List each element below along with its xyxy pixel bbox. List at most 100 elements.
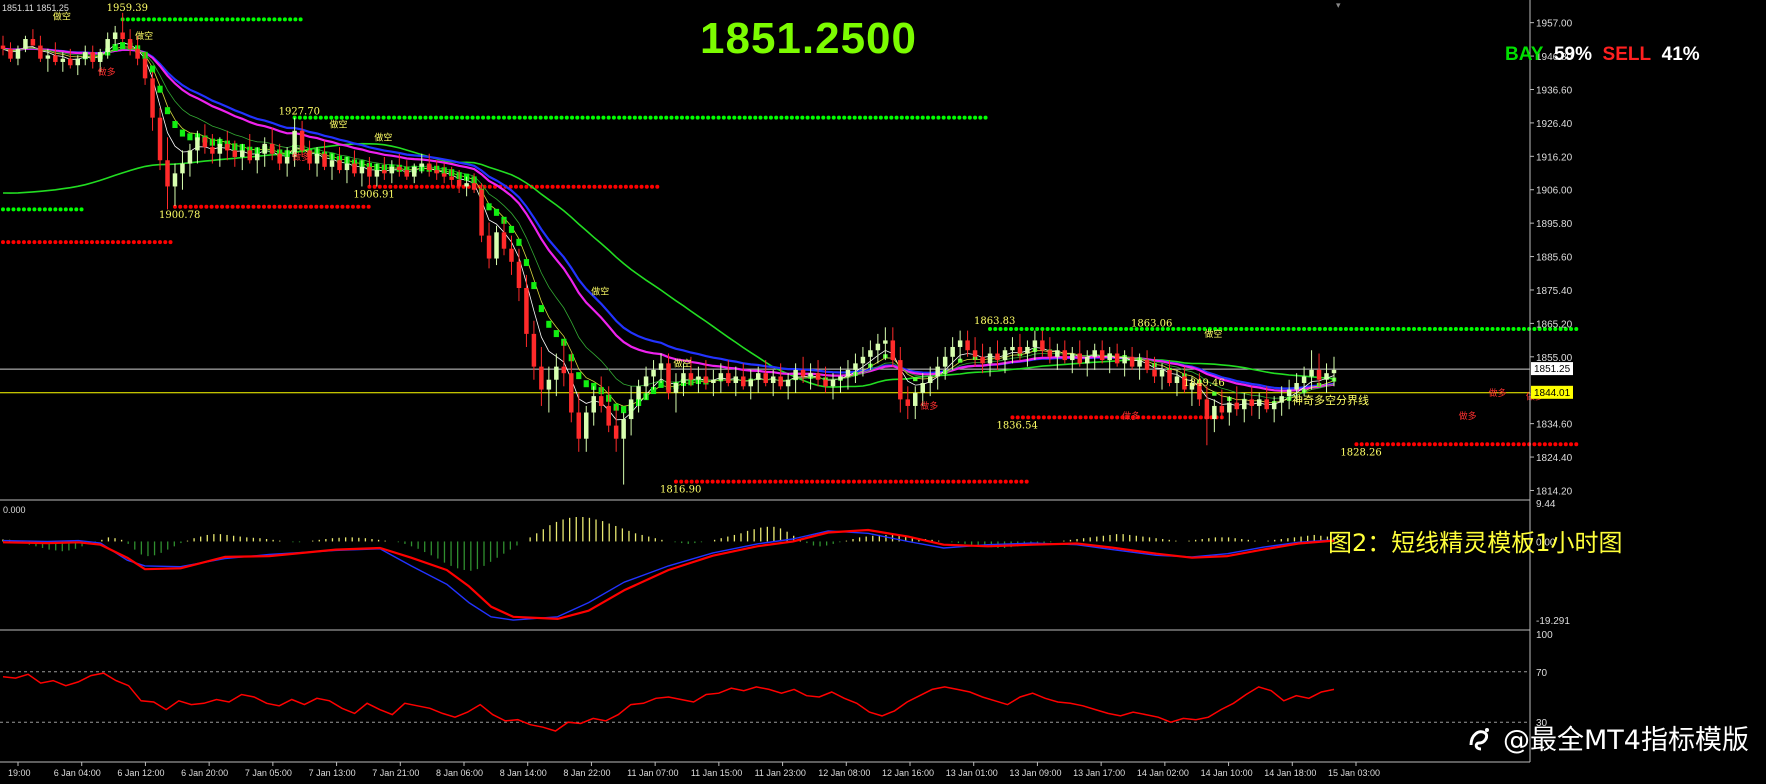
candle-body <box>419 163 424 167</box>
candle-body <box>838 376 843 380</box>
support-dot <box>298 204 303 209</box>
resistance-dot <box>152 17 157 22</box>
resistance-dot <box>732 115 737 120</box>
candle-body <box>479 189 484 236</box>
resistance-dot <box>486 115 491 120</box>
candle-body <box>516 261 522 289</box>
support-dot <box>487 184 492 189</box>
support-dot <box>524 184 529 189</box>
support-dot <box>752 479 757 484</box>
resistance-dot <box>402 115 407 120</box>
resistance-dot <box>1056 326 1061 331</box>
support-dot <box>1036 415 1041 420</box>
candle-body <box>53 55 58 62</box>
support-dot <box>277 204 282 209</box>
resistance-dot <box>1500 326 1505 331</box>
candle-body <box>763 373 768 384</box>
candle-body <box>314 153 320 164</box>
resistance-dot <box>32 207 37 212</box>
resistance-dot <box>1396 326 1401 331</box>
candle-body <box>0 45 6 49</box>
candle-body <box>1316 369 1322 380</box>
candle-body <box>225 143 230 151</box>
support-dot <box>235 204 240 209</box>
current-price-display: 1851.2500 <box>700 14 917 63</box>
support-dot <box>319 204 324 209</box>
trend-ribbon-block <box>553 330 559 338</box>
y-tick-label: 1906.00 <box>1536 186 1573 197</box>
y-tick-label: 1916.20 <box>1536 152 1573 163</box>
support-dot <box>6 240 11 245</box>
support-dot <box>183 204 188 209</box>
resistance-dot <box>272 17 277 22</box>
x-tick-label: 11 Jan 07:00 <box>627 768 678 778</box>
support-dot <box>430 184 435 189</box>
support-dot <box>230 204 235 209</box>
support-dot <box>21 240 26 245</box>
resistance-dot <box>711 115 716 120</box>
candle-body <box>1099 350 1105 361</box>
resistance-dot <box>277 17 282 22</box>
support-dot <box>409 184 414 189</box>
resistance-dot <box>716 115 721 120</box>
support-dot <box>836 479 841 484</box>
candle-body <box>337 160 342 171</box>
trade-signal-label: 做多 <box>1122 410 1140 422</box>
support-dot <box>851 479 856 484</box>
candle-body <box>277 153 282 164</box>
resistance-dot <box>967 115 972 120</box>
resistance-dot <box>564 115 569 120</box>
candle-body <box>905 399 911 406</box>
resistance-dot <box>1092 326 1097 331</box>
resistance-dot <box>1003 326 1008 331</box>
candle-body <box>210 147 215 154</box>
candle-body <box>980 356 985 364</box>
trend-ribbon-block <box>546 320 552 328</box>
support-dot <box>925 479 930 484</box>
support-dot <box>178 204 183 209</box>
scroll-shift-marker[interactable]: ▾ <box>1336 0 1341 11</box>
support-dot <box>951 479 956 484</box>
resistance-dot <box>1364 326 1369 331</box>
support-dot <box>1151 415 1156 420</box>
support-dot <box>445 184 450 189</box>
support-dot <box>193 204 198 209</box>
resistance-dot <box>1453 326 1458 331</box>
resistance-dot <box>789 115 794 120</box>
resistance-dot <box>1019 326 1024 331</box>
resistance-dot <box>6 207 11 212</box>
resistance-dot <box>638 115 643 120</box>
candle-body <box>471 183 477 190</box>
resistance-dot <box>905 115 910 120</box>
support-dot <box>414 184 419 189</box>
support-dot <box>1385 442 1390 447</box>
trend-ribbon-block <box>621 406 627 414</box>
support-dot <box>42 240 47 245</box>
resistance-dot <box>413 115 418 120</box>
candle-body <box>38 45 43 59</box>
support-dot <box>1183 415 1188 420</box>
support-dot <box>1172 415 1177 420</box>
x-tick-label: 7 Jan 13:00 <box>309 768 356 778</box>
trade-signal-label: 做多 <box>1489 387 1507 399</box>
resistance-dot <box>522 115 527 120</box>
resistance-dot <box>517 115 522 120</box>
swing-price-label: 1828.26 <box>1340 447 1381 458</box>
resistance-dot <box>1370 326 1375 331</box>
resistance-dot <box>454 115 459 120</box>
candle-body <box>830 379 836 387</box>
resistance-dot <box>460 115 465 120</box>
support-dot <box>710 479 715 484</box>
support-dot <box>11 240 16 245</box>
support-dot <box>904 479 909 484</box>
support-dot <box>404 184 409 189</box>
support-dot <box>1057 415 1062 420</box>
resistance-dot <box>481 115 486 120</box>
resistance-dot <box>826 115 831 120</box>
resistance-dot <box>69 207 74 212</box>
resistance-dot <box>805 115 810 120</box>
candle-body <box>823 379 828 387</box>
support-dot <box>883 479 888 484</box>
candle-body <box>494 232 499 259</box>
support-dot <box>726 479 731 484</box>
